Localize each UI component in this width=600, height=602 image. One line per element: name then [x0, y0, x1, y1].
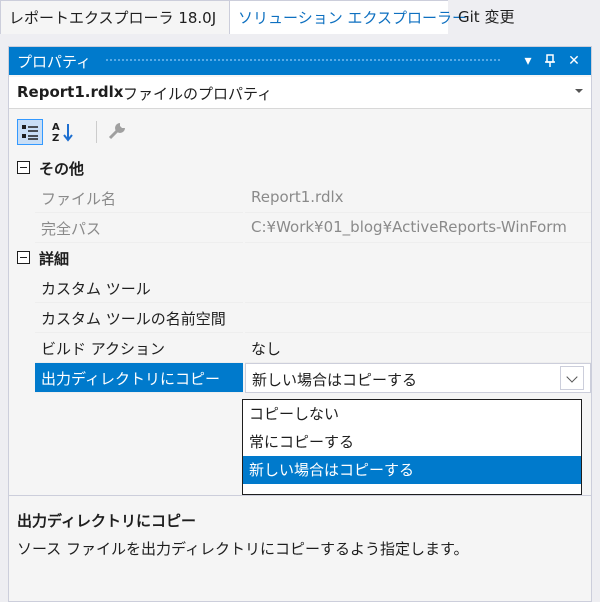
tab-report-explorer[interactable]: レポートエクスプローラ 18.0J [0, 0, 230, 34]
property-value[interactable]: なし [245, 333, 591, 363]
dropdown-button[interactable] [560, 366, 584, 390]
chevron-down-icon[interactable] [575, 89, 583, 93]
description-pane: 出力ディレクトリにコピー ソース ファイルを出力ディレクトリにコピーするよう指定… [9, 495, 591, 601]
property-pages-icon[interactable] [105, 119, 131, 145]
collapse-icon[interactable] [17, 251, 30, 264]
category-details[interactable]: 詳細 [9, 243, 591, 273]
alphabetical-icon[interactable]: A Z [49, 119, 75, 145]
value-dropdown-list: コピーしない 常にコピーする 新しい場合はコピーする [242, 399, 582, 495]
property-key: ビルド アクション [35, 333, 243, 363]
dropdown-option[interactable]: 常にコピーする [243, 428, 581, 456]
property-row-custom-tool-namespace[interactable]: カスタム ツールの名前空間 [9, 303, 591, 333]
property-key: 出力ディレクトリにコピー [35, 363, 243, 393]
object-selector[interactable]: Report1.rdlx ファイルのプロパティ [9, 77, 591, 109]
tab-solution-explorer[interactable]: ソリューション エクスプローラー [230, 0, 467, 34]
category-label: その他 [39, 160, 85, 178]
property-key: カスタム ツールの名前空間 [35, 303, 243, 333]
property-value: C:¥Work¥01_blog¥ActiveReports-WinForm [245, 213, 591, 243]
dropdown-option-selected[interactable]: 新しい場合はコピーする [243, 456, 581, 484]
property-key: カスタム ツール [35, 273, 243, 303]
properties-panel: プロパティ ▾ ✕ Report1.rdlx ファイルのプロパティ A Z その… [8, 46, 592, 602]
window-position-dropdown-icon[interactable]: ▾ [517, 47, 539, 75]
dropdown-option[interactable]: コピーしない [243, 400, 581, 428]
toolbar-separator [96, 121, 97, 143]
titlebar-grip[interactable] [105, 58, 501, 63]
selected-object-type: ファイルのプロパティ [123, 85, 273, 103]
categorized-icon[interactable] [17, 119, 43, 145]
property-value: 新しい場合はコピーする [252, 371, 418, 389]
svg-text:A: A [52, 122, 60, 133]
description-text: ソース ファイルを出力ディレクトリにコピーするよう指定します。 [17, 540, 469, 558]
property-key: 完全パス [35, 213, 243, 243]
tab-strip: レポートエクスプローラ 18.0J ソリューション エクスプローラー Git 変… [0, 0, 600, 34]
selected-object-name: Report1.rdlx [17, 83, 124, 101]
category-label: 詳細 [39, 250, 70, 268]
pin-icon[interactable] [539, 47, 561, 75]
description-title: 出力ディレクトリにコピー [17, 512, 196, 530]
property-row-file-name[interactable]: ファイル名 Report1.rdlx [9, 183, 591, 213]
property-row-build-action[interactable]: ビルド アクション なし [9, 333, 591, 363]
property-row-full-path[interactable]: 完全パス C:¥Work¥01_blog¥ActiveReports-WinFo… [9, 213, 591, 243]
collapse-icon[interactable] [17, 161, 30, 174]
category-other[interactable]: その他 [9, 153, 591, 183]
property-row-copy-to-output[interactable]: 出力ディレクトリにコピー 新しい場合はコピーする [9, 363, 591, 393]
property-value: Report1.rdlx [245, 183, 591, 213]
svg-text:Z: Z [52, 133, 59, 144]
property-value[interactable] [245, 273, 591, 303]
panel-titlebar: プロパティ ▾ ✕ [9, 47, 591, 75]
property-value-editor[interactable]: 新しい場合はコピーする [245, 363, 591, 393]
tab-git-changes[interactable]: Git 変更 [450, 0, 530, 34]
panel-title: プロパティ [17, 53, 92, 71]
property-row-custom-tool[interactable]: カスタム ツール [9, 273, 591, 303]
properties-toolbar: A Z [9, 111, 591, 151]
property-value[interactable] [245, 303, 591, 333]
property-key: ファイル名 [35, 183, 243, 213]
close-icon[interactable]: ✕ [563, 47, 585, 75]
